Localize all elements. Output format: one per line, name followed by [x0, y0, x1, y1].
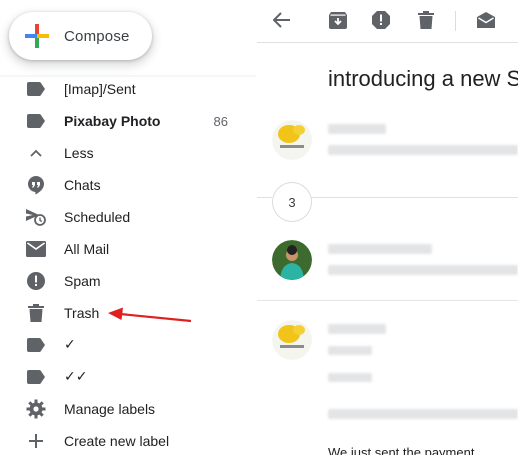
sidebar-item-label: Scheduled	[64, 209, 131, 225]
sidebar-item-label: [Imap]/Sent	[64, 81, 136, 97]
sidebar-item-all-mail[interactable]: All Mail	[0, 233, 256, 265]
sidebar-item-label: Pixabay Photo	[64, 113, 161, 129]
mail-icon	[26, 239, 46, 259]
sidebar-item-label: Create new label	[64, 433, 170, 449]
sidebar-item-label: Chats	[64, 177, 101, 193]
sidebar-item-imap-sent[interactable]: [Imap]/Sent	[0, 73, 256, 105]
snippet-blurred	[328, 145, 518, 155]
sender-avatar[interactable]	[272, 120, 312, 160]
sidebar-item-scheduled[interactable]: Scheduled	[0, 201, 256, 233]
sidebar-item-double-check[interactable]: ✓✓	[0, 361, 256, 393]
greeting-blurred	[328, 373, 372, 382]
report-spam-icon[interactable]	[369, 8, 393, 32]
label-icon	[26, 335, 46, 355]
compose-button[interactable]: Compose	[9, 12, 152, 60]
sender-name-blurred	[328, 124, 386, 134]
sidebar-item-label: ✓✓	[64, 369, 88, 385]
sender-name-blurred	[328, 244, 432, 254]
compose-plus-icon	[25, 24, 49, 48]
trash-icon	[26, 303, 46, 323]
sidebar-item-trash[interactable]: Trash	[0, 297, 256, 329]
sidebar-item-less[interactable]: Less	[0, 137, 256, 169]
sidebar-item-manage-labels[interactable]: Manage labels	[0, 393, 256, 425]
archive-icon[interactable]	[326, 8, 350, 32]
compose-label: Compose	[64, 27, 130, 45]
chat-icon	[26, 175, 46, 195]
label-icon	[26, 79, 46, 99]
thread-toolbar	[257, 0, 518, 43]
label-icon	[26, 111, 46, 131]
snippet-blurred	[328, 265, 518, 275]
sender-avatar[interactable]	[272, 320, 312, 360]
sidebar-item-chats[interactable]: Chats	[0, 169, 256, 201]
message-divider	[257, 300, 518, 301]
sidebar-item-spam[interactable]: Spam	[0, 265, 256, 297]
toolbar-separator	[455, 11, 456, 31]
sidebar-item-pixabay-photo[interactable]: Pixabay Photo 86	[0, 105, 256, 137]
sender-avatar[interactable]	[272, 240, 312, 280]
sidebar-item-label: Less	[64, 145, 94, 161]
mark-unread-icon[interactable]	[474, 8, 498, 32]
delete-icon[interactable]	[414, 8, 438, 32]
sidebar-item-label: Trash	[64, 305, 100, 321]
thread-subject: introducing a new S	[328, 66, 518, 91]
sidebar-item-create-label[interactable]: Create new label	[0, 425, 256, 457]
collapsed-line	[257, 197, 272, 198]
spam-icon	[26, 271, 46, 291]
thread-view: introducing a new S 3 We just sent the p…	[257, 0, 518, 455]
collapsed-line	[310, 197, 518, 198]
scheduled-icon	[26, 207, 46, 227]
chevron-up-icon	[26, 143, 46, 163]
recipient-blurred	[328, 346, 372, 355]
sidebar-item-label: Manage labels	[64, 401, 156, 417]
gear-icon	[26, 399, 46, 419]
back-arrow-icon[interactable]	[270, 8, 294, 32]
sidebar: Compose [Imap]/Sent Pixabay Photo 86 Les…	[0, 0, 256, 455]
plus-icon	[26, 431, 46, 451]
unread-count: 86	[213, 113, 228, 129]
body-line-blurred	[328, 409, 518, 419]
collapsed-messages-count[interactable]: 3	[272, 182, 312, 222]
sender-name-blurred	[328, 324, 386, 334]
sidebar-item-check[interactable]: ✓	[0, 329, 256, 361]
sidebar-item-label: All Mail	[64, 241, 110, 257]
sidebar-item-label: Spam	[64, 273, 101, 289]
email-body-text: We just sent the payment	[328, 445, 475, 455]
sidebar-item-label: ✓	[64, 337, 76, 353]
label-icon	[26, 367, 46, 387]
label-list: [Imap]/Sent Pixabay Photo 86 Less Chats …	[0, 73, 256, 457]
